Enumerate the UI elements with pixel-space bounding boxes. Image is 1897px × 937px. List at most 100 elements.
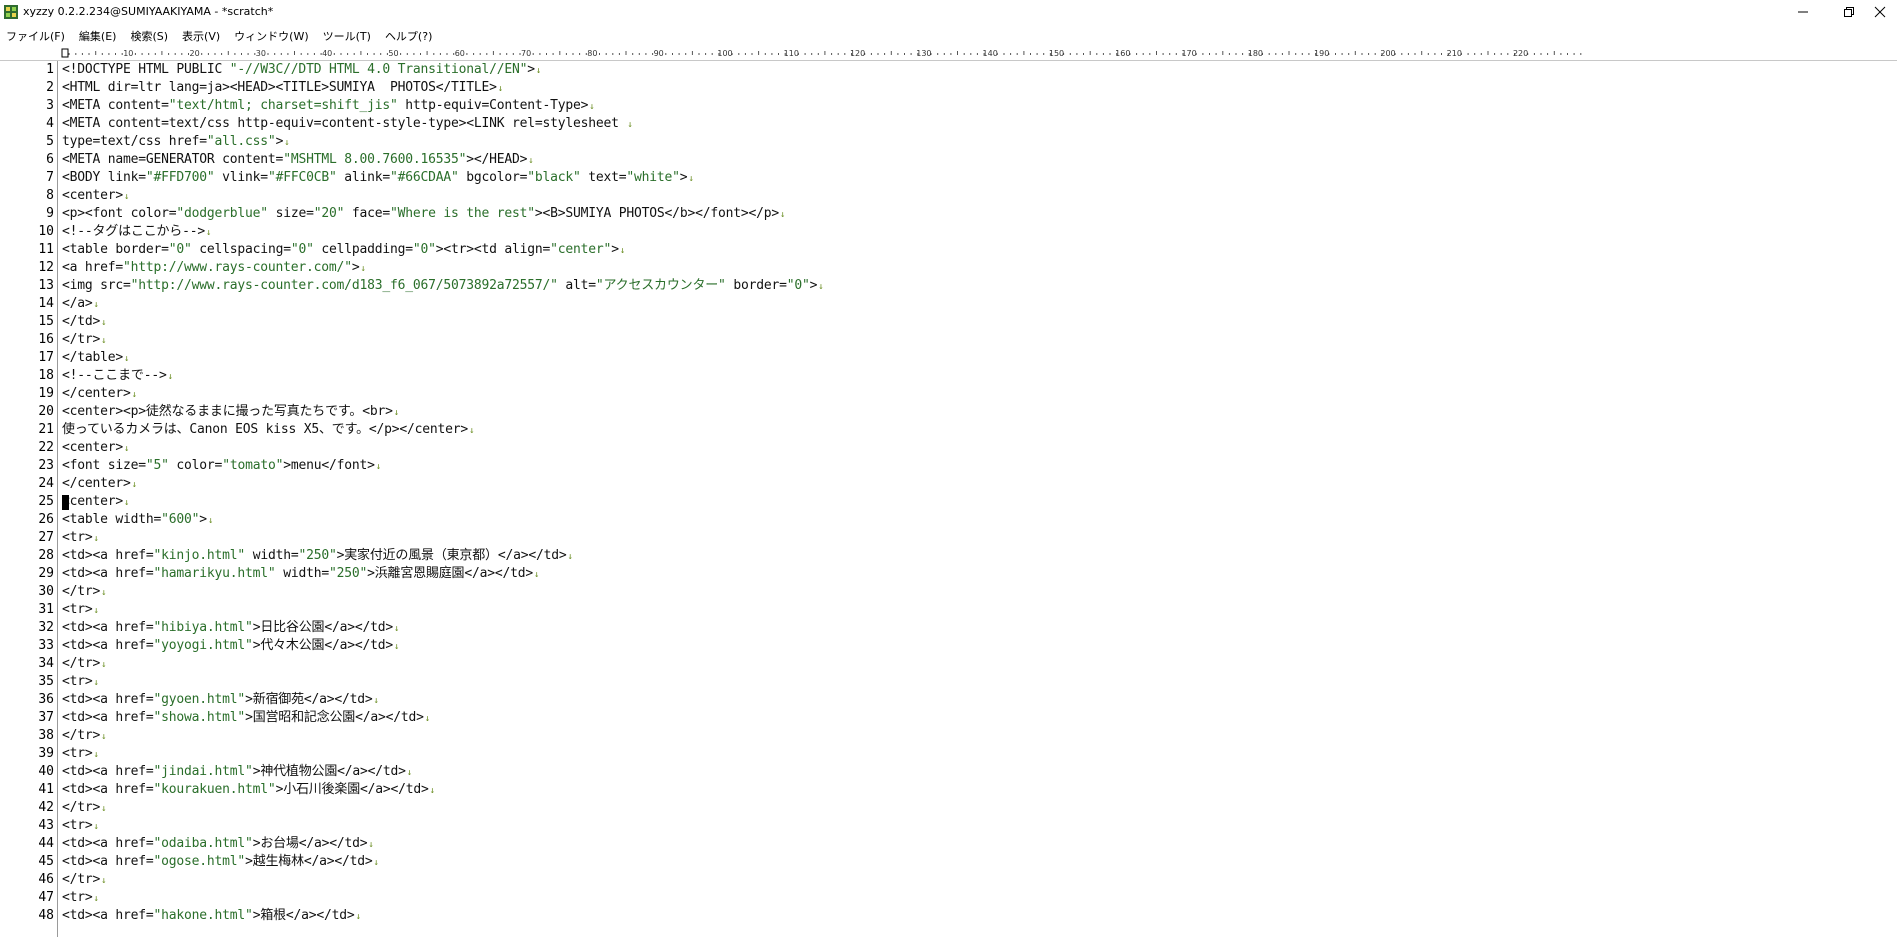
code-line[interactable]: <td><a href="hamarikyu.html" width="250"…	[62, 565, 539, 583]
code-line[interactable]: <td><a href="yoyogi.html">代々木公園</a></td>…	[62, 637, 399, 655]
menu-view[interactable]: 表示(V)	[175, 28, 227, 44]
code-text: <td><a href=	[62, 854, 154, 869]
ruler-tick	[1407, 53, 1409, 55]
code-line[interactable]: <META name=GENERATOR content="MSHTML 8.0…	[62, 151, 534, 169]
ruler-tick	[439, 53, 441, 55]
end-of-line-marker: ↓	[528, 156, 534, 166]
string-literal: "dodgerblue"	[176, 206, 268, 221]
code-line[interactable]: <tr>↓	[62, 601, 99, 619]
line-number: 12	[38, 260, 54, 275]
code-line[interactable]: </tr>↓	[62, 727, 107, 745]
code-line[interactable]: <table width="600">↓	[62, 511, 213, 529]
code-line[interactable]: <font size="5" color="tomato">menu</font…	[62, 457, 381, 475]
code-line[interactable]: <tr>↓	[62, 817, 99, 835]
line-number: 32	[38, 620, 54, 635]
code-text: <p><font color=	[62, 206, 177, 221]
code-line[interactable]: <table border="0" cellspacing="0" cellpa…	[62, 241, 625, 259]
code-line[interactable]: <tr>↓	[62, 889, 99, 907]
ruler-label: 30	[256, 49, 266, 58]
code-line[interactable]: <BODY link="#FFD700" vlink="#FFC0CB" ali…	[62, 169, 694, 187]
code-line[interactable]: <!DOCTYPE HTML PUBLIC "-//W3C//DTD HTML …	[62, 61, 541, 79]
code-line[interactable]: <HTML dir=ltr lang=ja><HEAD><TITLE>SUMIY…	[62, 79, 503, 97]
code-line[interactable]: </center>↓	[62, 475, 137, 493]
menu-bar: ファイル(F) 編集(E) 検索(S) 表示(V) ウィンドウ(W) ツール(T…	[0, 26, 1897, 46]
line-number: 1	[46, 62, 54, 77]
close-icon	[1874, 6, 1885, 18]
code-line[interactable]: <center>↓	[62, 439, 129, 457]
code-line[interactable]: <tr>↓	[62, 673, 99, 691]
code-line[interactable]: </table>↓	[62, 349, 129, 367]
code-line[interactable]: type=text/css href="all.css">↓	[62, 133, 290, 151]
code-line[interactable]: <a href="http://www.rays-counter.com/">↓	[62, 259, 366, 277]
line-number: 46	[38, 872, 54, 887]
line-number: 20	[38, 404, 54, 419]
ruler-tick	[479, 53, 481, 55]
code-line[interactable]: <tr>↓	[62, 529, 99, 547]
ruler-tick	[340, 53, 342, 55]
ruler-tick	[380, 53, 382, 55]
code-line[interactable]: <!--タグはここから-->↓	[62, 223, 211, 241]
string-literal: "kinjo.html"	[153, 548, 246, 563]
code-line[interactable]: </tr>↓	[62, 871, 107, 889]
ruler-tick	[353, 53, 355, 55]
minimize-button[interactable]	[1780, 0, 1826, 24]
window-title: xyzzy 0.2.2.234@SUMIYAAKIYAMA - *scratch…	[23, 5, 274, 18]
title-bar[interactable]: xyzzy 0.2.2.234@SUMIYAAKIYAMA - *scratch…	[0, 0, 1897, 26]
ruler-tick	[1222, 51, 1224, 55]
code-line[interactable]: <META content=text/css http-equiv=conten…	[62, 115, 633, 133]
code-text: >	[527, 62, 535, 77]
menu-search[interactable]: 検索(S)	[123, 28, 175, 44]
code-line[interactable]: <td><a href="hibiya.html">日比谷公園</a></td>…	[62, 619, 399, 637]
code-line[interactable]: <center>↓	[62, 187, 129, 205]
code-line[interactable]: </tr>↓	[62, 799, 107, 817]
code-text: width=	[245, 548, 299, 563]
code-line[interactable]: </tr>↓	[62, 331, 107, 349]
code-line[interactable]: <tr>↓	[62, 745, 99, 763]
string-literal: "all.css"	[206, 134, 276, 149]
code-line[interactable]: <td><a href="ogose.html">越生梅林</a></td>↓	[62, 853, 379, 871]
menu-file[interactable]: ファイル(F)	[0, 28, 72, 44]
line-number: 41	[38, 782, 54, 797]
ruler-tick	[207, 53, 209, 55]
code-line[interactable]: <META content="text/html; charset=shift_…	[62, 97, 595, 115]
ruler-tick	[174, 53, 176, 55]
code-text: >menu</font>	[283, 458, 375, 473]
ruler-tick	[1089, 51, 1091, 55]
code-line[interactable]: <td><a href="gyoen.html">新宿御苑</a></td>↓	[62, 691, 379, 709]
end-of-line-marker: ↓	[429, 786, 435, 796]
code-line[interactable]: <td><a href="kinjo.html" width="250">実家付…	[62, 547, 573, 565]
code-line[interactable]: </td>↓	[62, 313, 107, 331]
code-line[interactable]: <p><font color="dodgerblue" size="20" fa…	[62, 205, 785, 223]
text-editor[interactable]: 1 2 3 4 5 6 7 8 9 10 11 12 13 14 15 16 17 18 19 20 21 22 23 24 2…	[0, 61, 1897, 937]
code-text: >箱根</a></td>	[252, 908, 355, 923]
code-line[interactable]: </center>↓	[62, 385, 137, 403]
ruler-tick	[1547, 53, 1549, 55]
code-line[interactable]: <center><p>徒然なるままに撮った写真たちです。<br>↓	[62, 403, 399, 421]
menu-window[interactable]: ウィンドウ(W)	[227, 28, 315, 44]
ruler-tick	[685, 53, 687, 55]
ruler-tick	[877, 53, 879, 55]
menu-edit[interactable]: 編集(E)	[72, 28, 124, 44]
code-line[interactable]: <img src="http://www.rays-counter.com/d1…	[62, 277, 824, 295]
code-line[interactable]: </a>↓	[62, 295, 99, 313]
ruler-tick	[1169, 53, 1171, 55]
menu-tools[interactable]: ツール(T)	[316, 28, 378, 44]
code-line[interactable]: <td><a href="hakone.html">箱根</a></td>↓	[62, 907, 361, 925]
ruler-tick	[950, 53, 952, 55]
ruler-tick	[426, 51, 428, 55]
menu-help[interactable]: ヘルプ(?)	[378, 28, 439, 44]
end-of-line-marker: ↓	[406, 768, 412, 778]
code-line[interactable]: </tr>↓	[62, 583, 107, 601]
ruler-tick	[1149, 53, 1151, 55]
code-line[interactable]: <td><a href="jindai.html">神代植物公園</a></td…	[62, 763, 412, 781]
code-line[interactable]: <!--ここまで-->↓	[62, 367, 173, 385]
code-line[interactable]: <td><a href="kourakuen.html">小石川後楽園</a><…	[62, 781, 435, 799]
code-line[interactable]: <td><a href="showa.html">国営昭和記念公園</a></t…	[62, 709, 430, 727]
code-line[interactable]: <center>↓	[62, 493, 129, 511]
ruler-tick	[1030, 53, 1031, 55]
code-line[interactable]: </tr>↓	[62, 655, 107, 673]
code-line[interactable]: 使っているカメラは、Canon EOS kiss X5、です。</p></cen…	[62, 421, 474, 439]
end-of-line-marker: ↓	[818, 282, 824, 292]
close-button[interactable]	[1862, 0, 1897, 24]
code-line[interactable]: <td><a href="odaiba.html">お台場</a></td>↓	[62, 835, 374, 853]
